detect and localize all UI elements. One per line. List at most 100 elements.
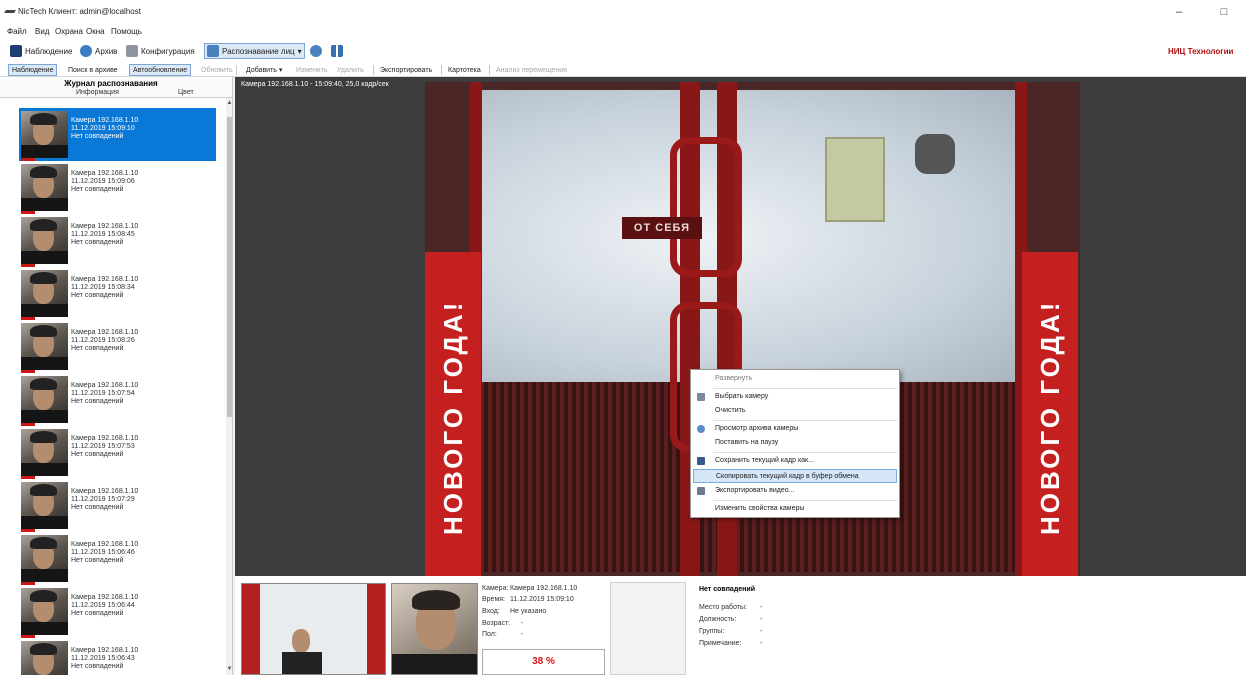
journal-row[interactable]: Камера 192.168.1.10 11.12.2019 15:08:45 Не… [19, 214, 216, 267]
journal-scrollbar[interactable]: ▲ ▼ [226, 98, 232, 675]
journal-row[interactable]: Камера 192.168.1.10 11.12.2019 15:06:46 Не… [19, 532, 216, 585]
archive-icon [697, 425, 705, 433]
journal-row[interactable]: Камера 192.168.1.10 11.12.2019 15:08:26 Не… [19, 320, 216, 373]
column-info[interactable]: Информация [76, 89, 119, 96]
menu-item-expand[interactable]: Развернуть [693, 372, 897, 386]
menu-security[interactable]: Охрана [55, 27, 83, 36]
face-recognition-dropdown[interactable]: Распознавание лиц ▾ [204, 43, 305, 59]
menu-item-copy-frame[interactable]: Скопировать текущий кадр в буфер обмена [693, 469, 897, 483]
menu-item-pause[interactable]: Поставить на паузу [693, 436, 897, 450]
banner-right: НОВОГО ГОДА! [1022, 252, 1078, 576]
add-button[interactable]: Добавить ▾ [242, 64, 286, 76]
recognition-journal: Журнал распознавания Информация Цвет ▲ ▼… [0, 77, 233, 675]
monitor-icon [10, 45, 22, 57]
scroll-down-icon[interactable]: ▼ [226, 666, 232, 672]
row-time: 11.12.2019 15:07:53 [71, 443, 135, 450]
row-time: 11.12.2019 15:08:34 [71, 284, 135, 291]
octagon-sign [915, 134, 955, 174]
divider [236, 65, 237, 75]
journal-row[interactable]: Камера 192.168.1.10 11.12.2019 15:07:53 Не… [19, 426, 216, 479]
journal-row[interactable]: Камера 192.168.1.10 11.12.2019 15:08:34 Не… [19, 267, 216, 320]
scroll-up-icon[interactable]: ▲ [226, 100, 232, 106]
camera-list-icon [697, 393, 705, 401]
menu-item-view-archive[interactable]: Просмотр архива камеры [693, 422, 897, 436]
movement-analysis-button[interactable]: Анализ перемещения [492, 64, 571, 76]
menu-item-clear[interactable]: Очистить [693, 404, 897, 418]
face-crop-image[interactable] [391, 583, 478, 675]
row-camera: Камера 192.168.1.10 [71, 488, 139, 495]
hair [30, 484, 57, 496]
row-status: Нет совпадений [71, 504, 124, 511]
scroll-thumb[interactable] [227, 117, 232, 417]
body [21, 463, 68, 476]
note-label: Примечание: [699, 640, 742, 647]
hair [30, 590, 57, 602]
age-value: - [521, 620, 524, 627]
row-info: Камера 192.168.1.10 11.12.2019 15:07:54 Не… [71, 382, 138, 406]
card-index-button[interactable]: Картотека [444, 64, 485, 76]
tab-observation[interactable]: Наблюдение [8, 64, 58, 76]
edit-button[interactable]: Изменить [292, 64, 332, 76]
journal-row[interactable]: Камера 192.168.1.10 11.12.2019 15:09:06 Не… [19, 161, 216, 214]
face-thumbnail [21, 164, 68, 211]
row-info: Камера 192.168.1.10 11.12.2019 15:08:26 Не… [71, 329, 138, 353]
delete-button[interactable]: Удалить [333, 64, 368, 76]
row-info: Камера 192.168.1.10 11.12.2019 15:07:29 Не… [71, 488, 138, 512]
menu-item-camera-properties[interactable]: Изменить свойства камеры [693, 502, 897, 516]
hair [412, 590, 460, 610]
archive-button[interactable]: Архив [78, 43, 119, 59]
work-label: Место работы: [699, 604, 747, 611]
camera-value: Камера 192.168.1.10 [510, 585, 578, 592]
journal-row[interactable]: Камера 192.168.1.10 11.12.2019 15:07:29 Не… [19, 479, 216, 532]
body [21, 622, 68, 635]
minimize-button[interactable]: – [1165, 3, 1193, 21]
autoupdate-toggle[interactable]: Автообновление [129, 64, 192, 76]
hair [30, 219, 57, 231]
row-status: Нет совпадений [71, 610, 124, 617]
observation-button[interactable]: Наблюдение [8, 43, 74, 59]
body [282, 652, 322, 674]
main-toolbar: Наблюдение Архив Конфигурация Распознава… [0, 39, 1246, 63]
row-time: 11.12.2019 15:06:44 [71, 602, 135, 609]
match-title: Нет совпадений [699, 586, 755, 593]
menu-help[interactable]: Помощь [111, 27, 142, 36]
hair [30, 378, 57, 390]
menu-item-select-camera[interactable]: Выбрать камеру [693, 390, 897, 404]
menu-windows[interactable]: Окна [86, 27, 105, 36]
row-status: Нет совпадений [71, 451, 124, 458]
export-button[interactable]: Экспортировать [376, 64, 436, 76]
restore-button[interactable]: □ [1210, 3, 1238, 21]
column-color[interactable]: Цвет [178, 89, 194, 96]
full-frame-image[interactable] [241, 583, 386, 675]
note-value: - [760, 640, 763, 647]
brand-label: НИЦ Технологии [1168, 46, 1234, 56]
menu-item-save-frame[interactable]: Сохранить текущий кадр как... [693, 454, 897, 468]
config-button[interactable]: Конфигурация [124, 43, 197, 59]
camera-label: Камера: [482, 585, 509, 592]
journal-row[interactable]: Камера 192.168.1.10 11.12.2019 15:06:44 Не… [19, 585, 216, 638]
menu-view[interactable]: Вид [35, 27, 49, 36]
entry-label: Вход: [482, 608, 500, 615]
menu-file[interactable]: Файл [7, 27, 27, 36]
row-camera: Камера 192.168.1.10 [71, 435, 139, 442]
journal-row[interactable]: Камера 192.168.1.10 11.12.2019 15:09:10 Не… [19, 108, 216, 161]
menu-item-export-video[interactable]: Экспортировать видео... [693, 484, 897, 498]
position-label: Должность: [699, 616, 737, 623]
row-camera: Камера 192.168.1.10 [71, 541, 139, 548]
row-camera: Камера 192.168.1.10 [71, 276, 139, 283]
door-sign: ОТ СЕБЯ [622, 217, 702, 239]
hair [30, 113, 57, 125]
banner-left: НОВОГО ГОДА! [425, 252, 481, 576]
body [21, 516, 68, 529]
row-info: Камера 192.168.1.10 11.12.2019 15:07:53 Не… [71, 435, 138, 459]
journal-row[interactable]: Камера 192.168.1.10 11.12.2019 15:06:43 Не… [19, 638, 216, 675]
tab-archive-search[interactable]: Поиск в архиве [64, 64, 122, 76]
refresh-button[interactable]: Обновить [197, 64, 237, 76]
menu-separator [713, 500, 897, 501]
info-button[interactable] [308, 43, 324, 59]
journal-row[interactable]: Камера 192.168.1.10 11.12.2019 15:07:54 Не… [19, 373, 216, 426]
layout-button[interactable] [329, 43, 345, 59]
face-thumbnail [21, 588, 68, 635]
row-camera: Камера 192.168.1.10 [71, 117, 139, 124]
face-thumbnail [21, 429, 68, 476]
